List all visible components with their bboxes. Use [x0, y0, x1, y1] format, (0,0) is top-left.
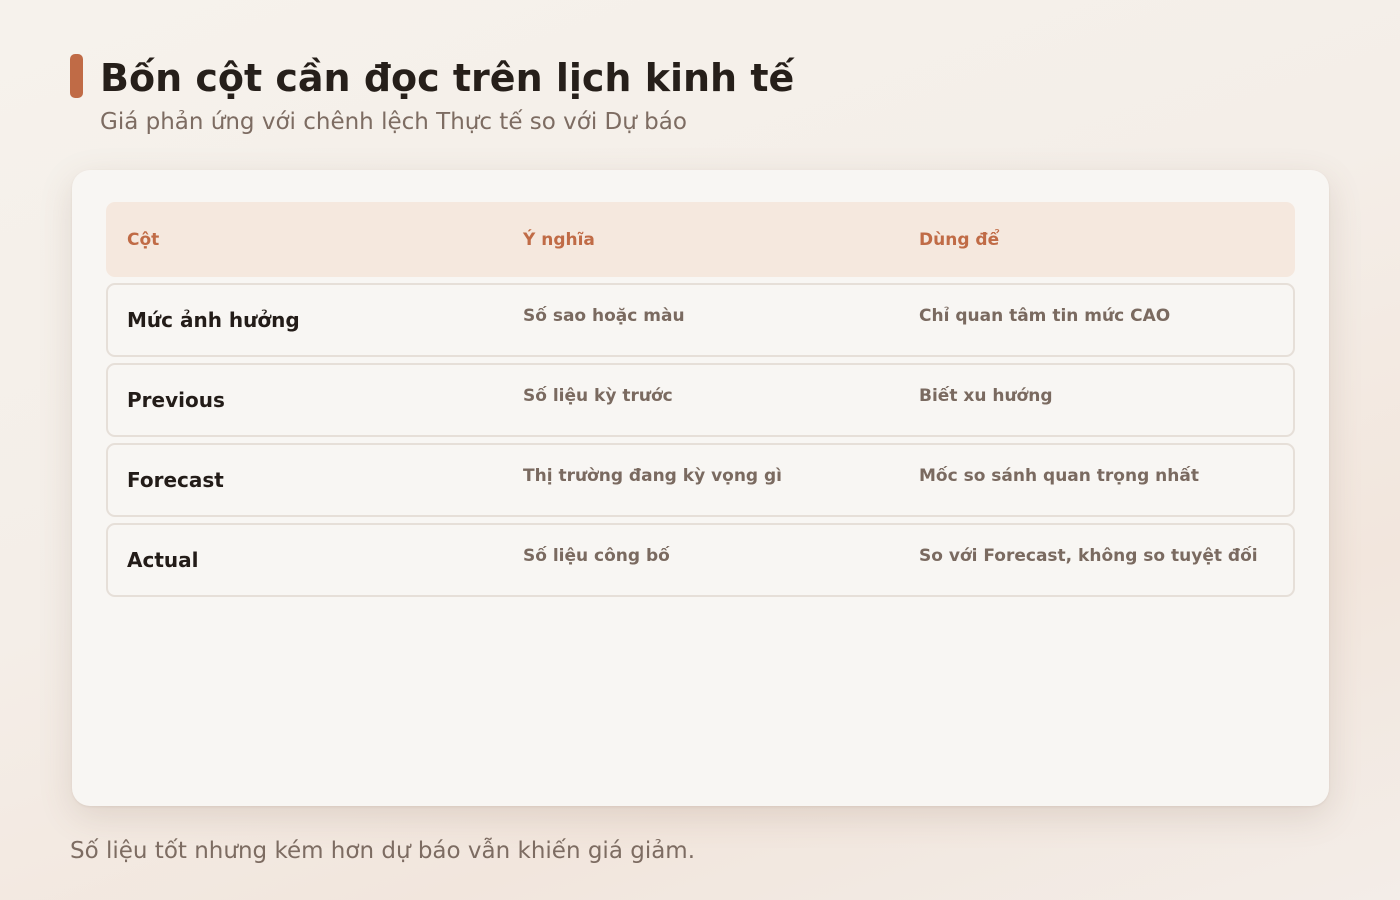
- page-subtitle: Giá phản ứng với chênh lệch Thực tế so v…: [100, 109, 687, 135]
- title-accent-bar: [70, 54, 83, 98]
- row-use: So với Forecast, không so tuyệt đối: [919, 546, 1258, 566]
- table-row: Actual Số liệu công bố So với Forecast, …: [106, 523, 1295, 597]
- table-row: Mức ảnh hưởng Số sao hoặc màu Chỉ quan t…: [106, 283, 1295, 357]
- table-card: Cột Ý nghĩa Dùng để Mức ảnh hưởng Số sao…: [72, 170, 1329, 806]
- row-meaning: Số liệu công bố: [523, 546, 670, 566]
- table-row: Forecast Thị trường đang kỳ vọng gì Mốc …: [106, 443, 1295, 517]
- footnote: Số liệu tốt nhưng kém hơn dự báo vẫn khi…: [70, 838, 696, 864]
- table-row: Previous Số liệu kỳ trước Biết xu hướng: [106, 363, 1295, 437]
- economic-calendar-columns-table: Cột Ý nghĩa Dùng để Mức ảnh hưởng Số sao…: [106, 202, 1295, 603]
- row-name: Actual: [127, 548, 199, 572]
- row-use: Mốc so sánh quan trọng nhất: [919, 466, 1199, 486]
- column-header-dung-de: Dùng để: [919, 229, 1000, 250]
- row-name: Forecast: [127, 468, 224, 492]
- row-name: Mức ảnh hưởng: [127, 308, 300, 332]
- row-name: Previous: [127, 388, 225, 412]
- column-header-cot: Cột: [127, 229, 160, 250]
- row-meaning: Số liệu kỳ trước: [523, 386, 673, 406]
- column-header-y-nghia: Ý nghĩa: [523, 229, 595, 250]
- row-use: Chỉ quan tâm tin mức CAO: [919, 306, 1171, 326]
- page-title: Bốn cột cần đọc trên lịch kinh tế: [100, 56, 795, 100]
- row-meaning: Thị trường đang kỳ vọng gì: [523, 466, 783, 486]
- row-meaning: Số sao hoặc màu: [523, 306, 685, 326]
- row-use: Biết xu hướng: [919, 386, 1053, 406]
- table-header-row: Cột Ý nghĩa Dùng để: [106, 202, 1295, 277]
